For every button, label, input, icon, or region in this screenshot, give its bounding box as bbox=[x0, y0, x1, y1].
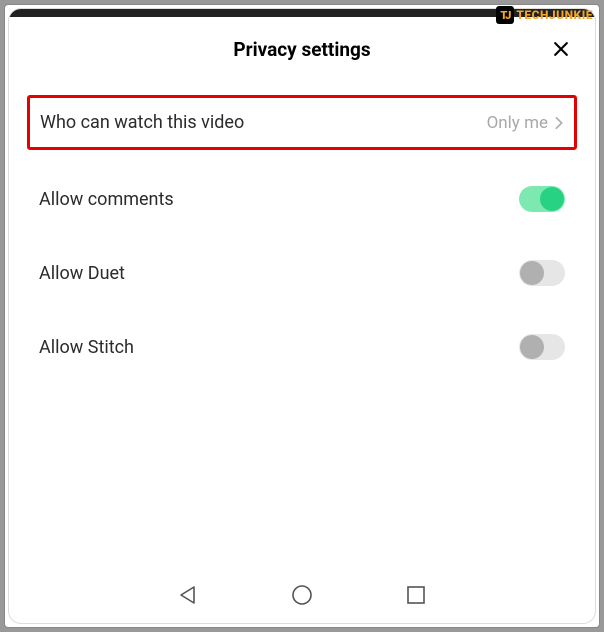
screenshot-frame: TJ TECHJUNKIE Privacy settings Who can w… bbox=[4, 4, 600, 628]
who-can-watch-value: Only me bbox=[487, 113, 548, 133]
phone-screen: Privacy settings Who can watch this vide… bbox=[9, 9, 595, 623]
watermark: TJ TECHJUNKIE bbox=[496, 6, 593, 24]
nav-home-button[interactable] bbox=[290, 583, 314, 607]
watermark-text: TECHJUNKIE bbox=[516, 8, 593, 22]
who-can-watch-value-group: Only me bbox=[487, 113, 564, 133]
allow-comments-label: Allow comments bbox=[39, 189, 174, 210]
chevron-right-icon bbox=[554, 116, 564, 130]
allow-duet-label: Allow Duet bbox=[39, 263, 125, 284]
close-button[interactable] bbox=[549, 37, 573, 61]
nav-recent-button[interactable] bbox=[404, 583, 428, 607]
watermark-logo: TJ bbox=[496, 6, 514, 24]
settings-content: Who can watch this video Only me Allow c… bbox=[9, 81, 595, 567]
allow-duet-row[interactable]: Allow Duet bbox=[27, 242, 577, 316]
settings-list: Allow comments Allow Duet Allow Stitch bbox=[27, 168, 577, 390]
allow-stitch-row[interactable]: Allow Stitch bbox=[27, 316, 577, 390]
modal-title: Privacy settings bbox=[233, 38, 370, 61]
android-nav-bar bbox=[9, 567, 595, 623]
who-can-watch-row[interactable]: Who can watch this video Only me bbox=[30, 98, 574, 147]
circle-home-icon bbox=[290, 583, 314, 607]
toggle-knob bbox=[540, 187, 564, 211]
square-recent-icon bbox=[404, 583, 428, 607]
allow-duet-toggle[interactable] bbox=[519, 260, 565, 286]
modal-header: Privacy settings bbox=[9, 17, 595, 81]
who-can-watch-label: Who can watch this video bbox=[40, 112, 244, 133]
triangle-back-icon bbox=[176, 583, 200, 607]
allow-comments-row[interactable]: Allow comments bbox=[27, 168, 577, 242]
toggle-knob bbox=[520, 261, 544, 285]
highlight-annotation: Who can watch this video Only me bbox=[27, 95, 577, 150]
allow-stitch-toggle[interactable] bbox=[519, 334, 565, 360]
allow-stitch-label: Allow Stitch bbox=[39, 337, 134, 358]
close-icon bbox=[551, 39, 571, 59]
toggle-knob bbox=[520, 335, 544, 359]
nav-back-button[interactable] bbox=[176, 583, 200, 607]
allow-comments-toggle[interactable] bbox=[519, 186, 565, 212]
